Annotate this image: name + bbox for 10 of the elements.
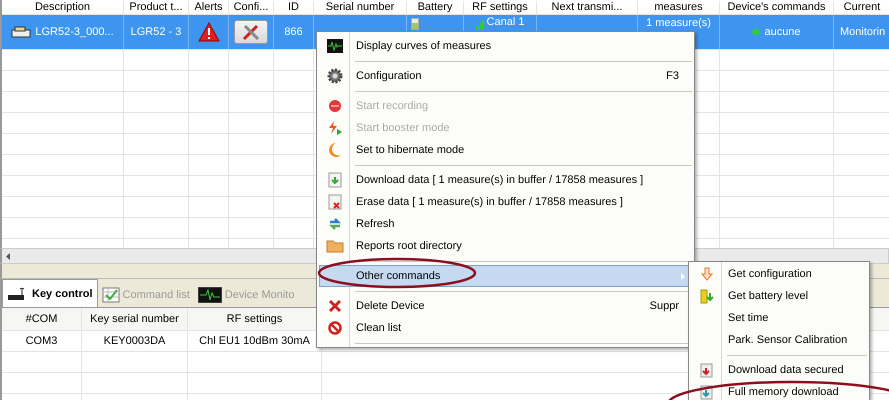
table-cell: Canal 1 [486,16,524,28]
table-cell: COM3 [26,335,58,347]
table-cell: LGR52 - 3 [130,26,182,38]
table-cell: LGR52-3_000... [35,26,114,38]
table-cell: KEY0003DA [104,335,166,347]
table-cell: 866 [284,26,303,38]
table-cell: Chl EU1 10dBm 30mA [199,335,310,347]
table-cell-text: 1 measure(s) [646,16,711,29]
table-cell: Monitorin [840,26,886,38]
table-cell: aucune [764,26,801,38]
